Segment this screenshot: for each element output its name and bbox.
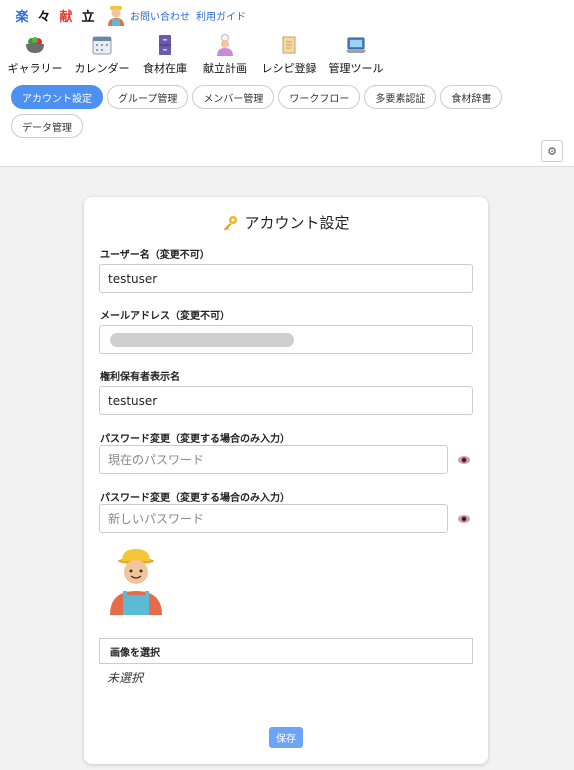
card-title: アカウント設定 [84,212,488,233]
new-password-input[interactable]: 新しいパスワード [99,504,448,533]
nav-label: 食材在庫 [143,62,187,75]
salad-bowl-icon [26,37,44,53]
card-title-text: アカウント設定 [244,214,350,232]
app-header: 楽 々 献 立 お問い合わせ 利用ガイド ギャラリー カレンダー 食材在庫 献立… [0,0,574,167]
main-nav: ギャラリー カレンダー 食材在庫 献立計画 レシピ登録 管理ツール [6,34,394,76]
guide-link[interactable]: 利用ガイド [196,8,246,23]
tab-account-settings[interactable]: アカウント設定 [11,85,103,109]
file-status-text: 未選択 [107,671,144,685]
laptop-icon [346,37,366,53]
eye-icon[interactable] [457,514,471,524]
email-field[interactable] [99,325,473,354]
logo-char-3: 献 [56,5,76,25]
app-logo[interactable]: 楽 々 献 立 [12,5,98,25]
tab-data-management[interactable]: データ管理 [11,114,83,138]
gear-icon: ⚙ [547,144,557,158]
logo-char-2: 々 [34,5,54,25]
nav-admin[interactable]: 管理ツール [328,34,384,76]
cabinet-icon [159,35,171,55]
new-password-label: パスワード変更（変更する場合のみ入力） [100,493,290,504]
save-button[interactable]: 保存 [269,727,303,748]
tab-group-management[interactable]: グループ管理 [107,85,189,109]
account-settings-card: アカウント設定 ユーザー名（変更不可） testuser メールアドレス（変更不… [84,197,488,764]
nav-recipe[interactable]: レシピ登録 [260,34,318,76]
tab-mfa[interactable]: 多要素認証 [364,85,437,109]
logo-char-1: 楽 [12,5,32,25]
nav-calendar[interactable]: カレンダー [74,34,130,76]
admin-subtabs: アカウント設定 グループ管理 メンバー管理 ワークフロー 多要素認証 食材辞書 … [11,85,531,138]
current-password-input[interactable]: 現在のパスワード [99,445,448,474]
calendar-icon [92,36,112,55]
settings-button[interactable]: ⚙ [541,140,563,162]
nav-stock[interactable]: 食材在庫 [140,34,190,76]
contact-link[interactable]: お問い合わせ [130,8,190,23]
tab-member-management[interactable]: メンバー管理 [192,85,275,109]
user-avatar-icon[interactable] [106,4,126,26]
nav-label: レシピ登録 [261,62,317,75]
worker-avatar-image [110,549,162,615]
rights-holder-field[interactable]: testuser [99,386,473,415]
brand-bar: 楽 々 献 立 お問い合わせ 利用ガイド [12,4,246,26]
email-redacted-value [110,332,294,347]
tab-workflow[interactable]: ワークフロー [278,85,361,109]
nav-plan[interactable]: 献立計画 [200,34,250,76]
nav-label: カレンダー [74,62,130,75]
key-icon [224,215,238,230]
nav-label: 献立計画 [203,62,247,75]
nav-gallery[interactable]: ギャラリー [6,34,64,76]
logo-char-4: 立 [78,5,98,25]
rights-holder-label: 権利保有者表示名 [100,372,180,383]
current-password-label: パスワード変更（変更する場合のみ入力） [100,434,290,445]
cook-icon [217,34,233,56]
choose-image-button[interactable]: 画像を選択 [99,638,473,664]
email-label: メールアドレス（変更不可） [100,311,230,322]
nav-label: 管理ツール [328,62,384,75]
scroll-icon [282,36,296,54]
eye-icon[interactable] [457,455,471,465]
tab-ingredient-dictionary[interactable]: 食材辞書 [440,85,503,109]
username-field[interactable]: testuser [99,264,473,293]
username-label: ユーザー名（変更不可） [100,250,210,261]
top-links: お問い合わせ 利用ガイド [130,8,246,23]
nav-label: ギャラリー [7,62,63,75]
